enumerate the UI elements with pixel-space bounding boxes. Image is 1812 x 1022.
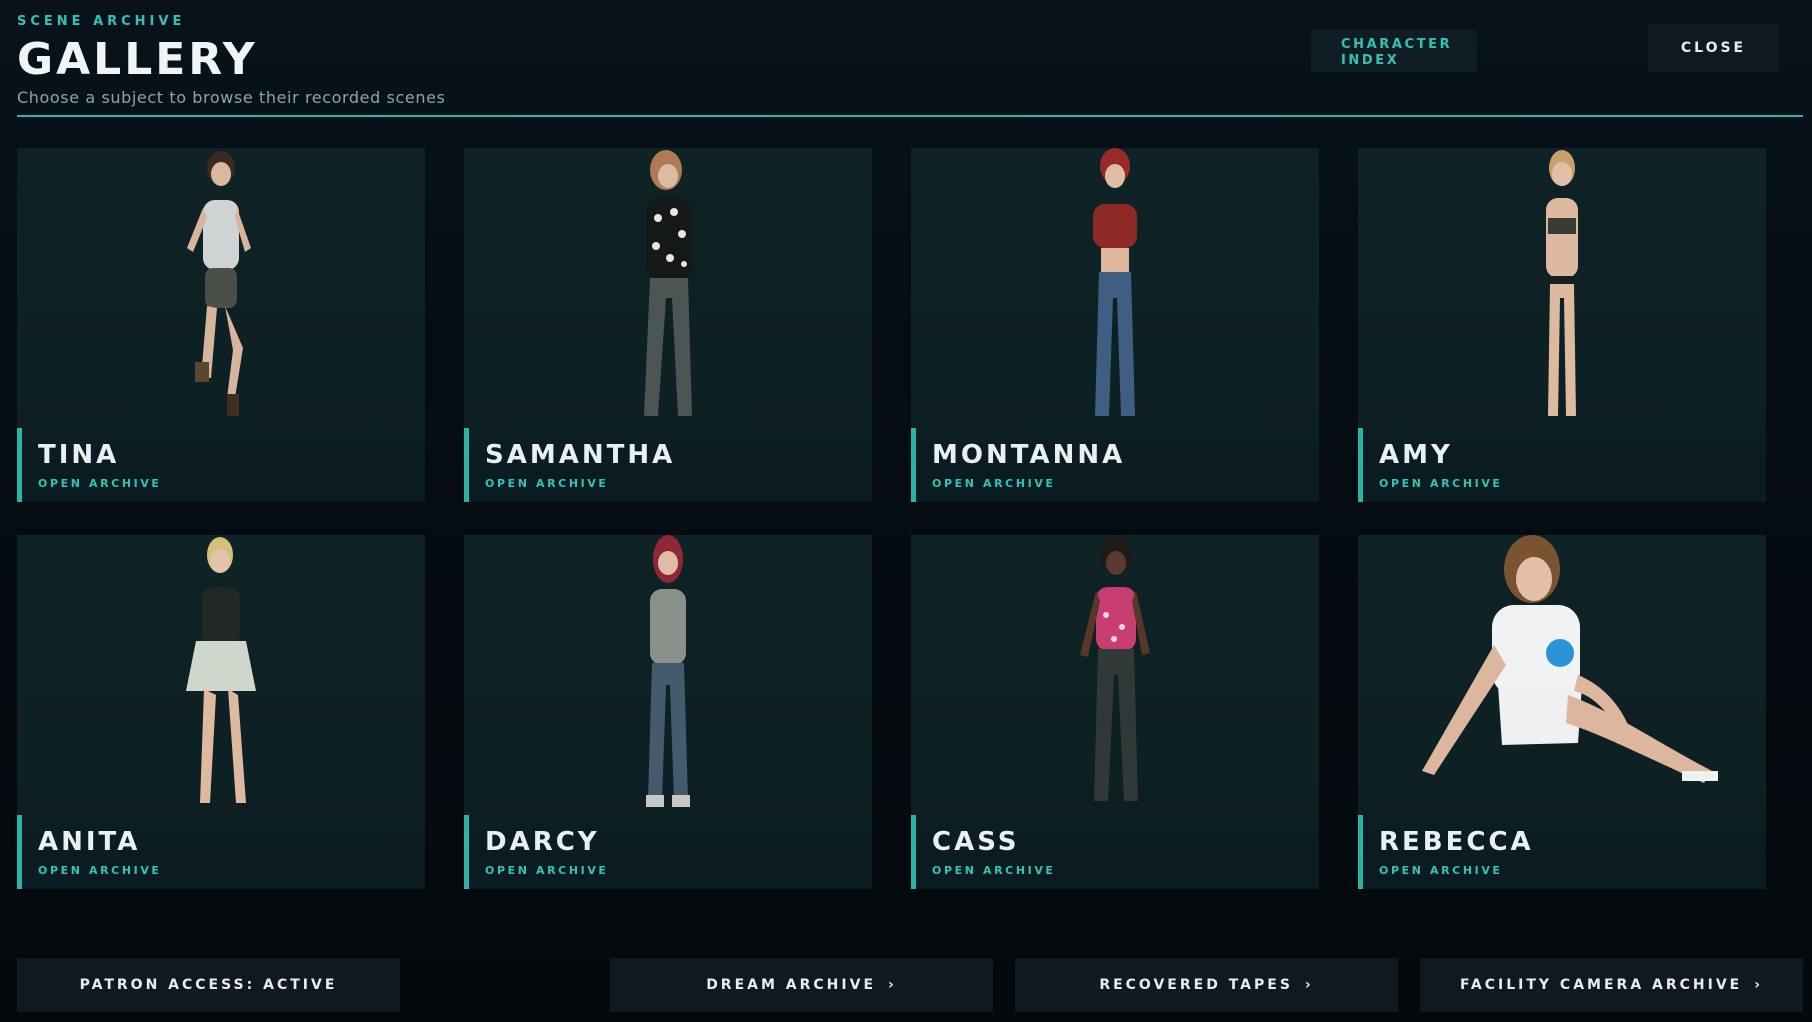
- caption-accent-bar: [911, 815, 916, 889]
- caption-accent-bar: [17, 428, 22, 502]
- header-divider: [17, 115, 1803, 117]
- character-card-anita[interactable]: ANITA OPEN ARCHIVE: [17, 535, 425, 889]
- section-eyebrow: SCENE ARCHIVE: [17, 14, 186, 29]
- page-subtitle: Choose a subject to browse their recorde…: [17, 88, 446, 107]
- card-caption: DARCY OPEN ARCHIVE: [464, 815, 872, 889]
- caption-accent-bar: [1358, 428, 1363, 502]
- character-name: SAMANTHA: [485, 440, 676, 470]
- character-card-cass[interactable]: CASS OPEN ARCHIVE: [911, 535, 1319, 889]
- character-figure-icon: [187, 151, 251, 416]
- open-archive-link[interactable]: OPEN ARCHIVE: [1379, 477, 1503, 490]
- character-portrait: [464, 535, 872, 815]
- character-name: DARCY: [485, 827, 600, 857]
- open-archive-link[interactable]: OPEN ARCHIVE: [485, 477, 609, 490]
- character-figure-icon: [646, 535, 690, 807]
- recovered-tapes-label: RECOVERED TAPES: [1099, 977, 1293, 993]
- character-card-tina[interactable]: TINA OPEN ARCHIVE: [17, 148, 425, 502]
- card-caption: TINA OPEN ARCHIVE: [17, 428, 425, 502]
- character-name: AMY: [1379, 440, 1453, 470]
- open-archive-link[interactable]: OPEN ARCHIVE: [932, 477, 1056, 490]
- character-name: MONTANNA: [932, 440, 1126, 470]
- character-card-amy[interactable]: AMY OPEN ARCHIVE: [1358, 148, 1766, 502]
- open-archive-link[interactable]: OPEN ARCHIVE: [932, 864, 1056, 877]
- open-archive-link[interactable]: OPEN ARCHIVE: [1379, 864, 1503, 877]
- caption-accent-bar: [17, 815, 22, 889]
- caption-accent-bar: [911, 428, 916, 502]
- character-figure-icon: [644, 150, 692, 416]
- character-index-button[interactable]: CHARACTER INDEX: [1311, 30, 1477, 72]
- patron-access-label: PATRON ACCESS: ACTIVE: [79, 977, 338, 993]
- caption-accent-bar: [464, 815, 469, 889]
- chevron-right-icon: ›: [888, 977, 897, 993]
- character-figure-icon: [1080, 535, 1150, 801]
- character-name: REBECCA: [1379, 827, 1534, 857]
- facility-camera-archive-label: FACILITY CAMERA ARCHIVE: [1459, 977, 1743, 993]
- character-card-samantha[interactable]: SAMANTHA OPEN ARCHIVE: [464, 148, 872, 502]
- card-caption: CASS OPEN ARCHIVE: [911, 815, 1319, 889]
- character-portrait: [17, 148, 425, 428]
- caption-accent-bar: [464, 428, 469, 502]
- character-portrait: [464, 148, 872, 428]
- card-caption: REBECCA OPEN ARCHIVE: [1358, 815, 1766, 889]
- character-figure-icon: [186, 537, 256, 803]
- dream-archive-button[interactable]: DREAM ARCHIVE ›: [610, 958, 993, 1012]
- caption-accent-bar: [1358, 815, 1363, 889]
- character-index-label-line2: INDEX: [1341, 53, 1400, 68]
- character-figure-icon: [1546, 150, 1578, 416]
- page-title: GALLERY: [17, 34, 258, 85]
- character-portrait: [911, 535, 1319, 815]
- character-card-darcy[interactable]: DARCY OPEN ARCHIVE: [464, 535, 872, 889]
- character-card-montanna[interactable]: MONTANNA OPEN ARCHIVE: [911, 148, 1319, 502]
- facility-camera-archive-button[interactable]: FACILITY CAMERA ARCHIVE ›: [1420, 958, 1803, 1012]
- chevron-right-icon: ›: [1754, 977, 1764, 993]
- character-portrait: [1358, 148, 1766, 428]
- recovered-tapes-button[interactable]: RECOVERED TAPES ›: [1015, 958, 1398, 1012]
- character-portrait: [911, 148, 1319, 428]
- open-archive-link[interactable]: OPEN ARCHIVE: [38, 864, 162, 877]
- header: SCENE ARCHIVE GALLERY Choose a subject t…: [17, 0, 1803, 118]
- character-card-rebecca[interactable]: REBECCA OPEN ARCHIVE: [1358, 535, 1766, 889]
- dream-archive-label: DREAM ARCHIVE: [706, 977, 877, 993]
- character-figure-icon: [1422, 535, 1718, 783]
- character-name: TINA: [38, 440, 120, 470]
- chevron-right-icon: ›: [1304, 977, 1314, 993]
- character-portrait: [1358, 535, 1766, 815]
- open-archive-link[interactable]: OPEN ARCHIVE: [485, 864, 609, 877]
- character-index-label-line1: CHARACTER: [1341, 37, 1453, 52]
- patron-access-button[interactable]: PATRON ACCESS: ACTIVE: [17, 958, 400, 1012]
- character-figure-icon: [1093, 148, 1137, 416]
- card-caption: SAMANTHA OPEN ARCHIVE: [464, 428, 872, 502]
- card-caption: ANITA OPEN ARCHIVE: [17, 815, 425, 889]
- card-caption: AMY OPEN ARCHIVE: [1358, 428, 1766, 502]
- open-archive-link[interactable]: OPEN ARCHIVE: [38, 477, 162, 490]
- character-grid: TINA OPEN ARCHIVE SAMANTHA OPEN ARCHIVE: [17, 148, 1767, 890]
- card-caption: MONTANNA OPEN ARCHIVE: [911, 428, 1319, 502]
- close-button[interactable]: CLOSE: [1648, 24, 1779, 72]
- character-name: CASS: [932, 827, 1020, 857]
- character-name: ANITA: [38, 827, 141, 857]
- character-portrait: [17, 535, 425, 815]
